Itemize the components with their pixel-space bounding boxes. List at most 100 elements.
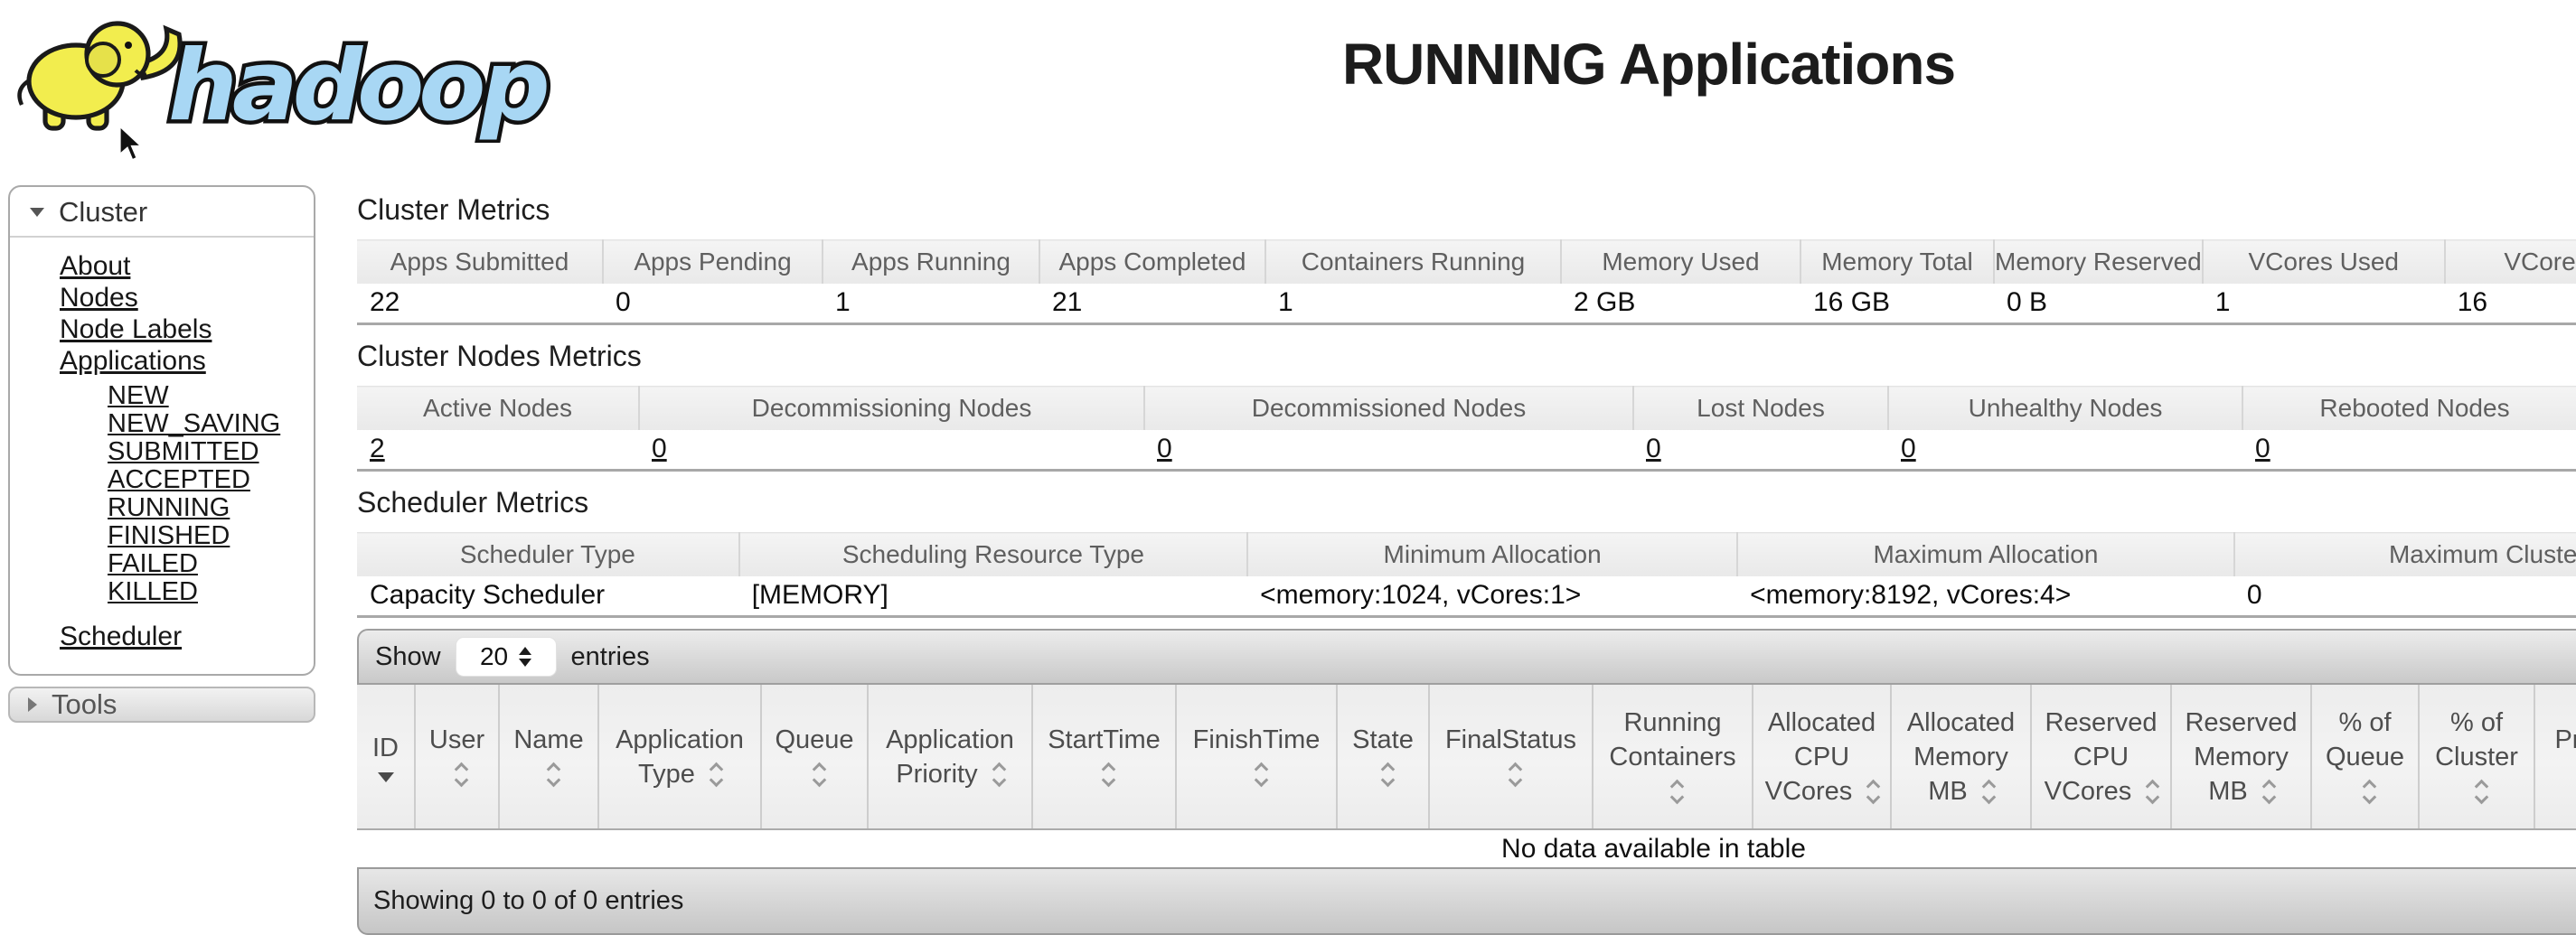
sidebar-main-links: AboutNodesNode LabelsApplications (60, 250, 314, 377)
metric-link-unhealthy-nodes[interactable]: 0 (1901, 434, 1916, 463)
metric-col-memory-total: Memory Total (1800, 240, 1994, 284)
page-title: RUNNING Applications (343, 31, 2576, 98)
metric-value-apps-running: 1 (823, 284, 1039, 324)
chevron-down-icon (30, 208, 44, 217)
app-col-label: StartTime (1048, 725, 1161, 754)
hadoop-elephant-icon (20, 23, 181, 128)
sidebar-item-scheduler[interactable]: Scheduler (60, 622, 182, 651)
metric-value-scheduling-resource-type: [MEMORY] (739, 576, 1247, 617)
sidebar-subitem-new[interactable]: NEW (108, 381, 169, 410)
sidebar-item-about[interactable]: About (60, 251, 130, 281)
sidebar-bottom-links: Scheduler (60, 621, 314, 652)
sidebar-item-nodes[interactable]: Nodes (60, 283, 138, 313)
metric-value-decommissioned-nodes: 0 (1144, 430, 1633, 471)
metric-link-decommissioned-nodes[interactable]: 0 (1157, 434, 1172, 463)
app-col-id[interactable]: ID (357, 685, 415, 829)
metric-value-lost-nodes: 0 (1633, 430, 1888, 471)
app-col-application-type[interactable]: Application Type (598, 685, 761, 829)
app-col-application-priority[interactable]: Application Priority (868, 685, 1032, 829)
app-col-state[interactable]: State (1337, 685, 1429, 829)
sidebar-item-applications[interactable]: Applications (60, 346, 206, 376)
sort-both-icon (1984, 781, 1994, 802)
metric-col-memory-reserved: Memory Reserved (1994, 240, 2203, 284)
sidebar-subitem-accepted[interactable]: ACCEPTED (108, 465, 250, 494)
metric-col-scheduler-type: Scheduler Type (357, 533, 739, 576)
app-col-allocated-memory-mb[interactable]: Allocated Memory MB (1891, 685, 2031, 829)
sidebar-cluster-header[interactable]: Cluster (10, 187, 314, 238)
sidebar-subitem-finished[interactable]: FINISHED (108, 521, 230, 550)
app-col-user[interactable]: User (415, 685, 499, 829)
app-col-of-cluster[interactable]: % of Cluster (2419, 685, 2534, 829)
list-item: FINISHED (108, 522, 314, 550)
metric-value-containers-running: 1 (1265, 284, 1561, 324)
metric-col-containers-running: Containers Running (1265, 240, 1561, 284)
metric-value-vcores-total: 16 (2445, 284, 2576, 324)
metric-col-minimum-allocation: Minimum Allocation (1247, 533, 1737, 576)
metric-col-memory-used: Memory Used (1561, 240, 1800, 284)
metric-link-decommissioning-nodes[interactable]: 0 (652, 434, 667, 463)
list-item: KILLED (108, 578, 314, 606)
list-item: NEW (108, 382, 314, 410)
app-col-reserved-cpu-vcores[interactable]: Reserved CPU VCores (2031, 685, 2171, 829)
app-col-finalstatus[interactable]: FinalStatus (1429, 685, 1593, 829)
app-col-label: Allocated CPU VCores (1765, 708, 1876, 806)
metric-value-apps-submitted: 22 (357, 284, 603, 324)
app-col-progress[interactable]: Progress (2534, 685, 2576, 829)
app-col-reserved-memory-mb[interactable]: Reserved Memory MB (2171, 685, 2311, 829)
sidebar-item-node-labels[interactable]: Node Labels (60, 314, 212, 344)
metric-value-apps-pending: 0 (603, 284, 823, 324)
app-col-of-queue[interactable]: % of Queue (2311, 685, 2419, 829)
metric-link-rebooted-nodes[interactable]: 0 (2255, 434, 2270, 463)
list-item: Node Labels (60, 313, 314, 345)
list-item: RUNNING (108, 494, 314, 522)
sidebar-subitem-new-saving[interactable]: NEW_SAVING (108, 409, 280, 438)
sort-both-icon (1868, 781, 1878, 802)
metric-col-rebooted-nodes: Rebooted Nodes (2242, 387, 2576, 430)
app-col-allocated-cpu-vcores[interactable]: Allocated CPU VCores (1753, 685, 1891, 829)
metric-link-active-nodes[interactable]: 2 (370, 434, 385, 463)
metric-value-apps-completed: 21 (1039, 284, 1265, 324)
sidebar-subitem-failed[interactable]: FAILED (108, 549, 198, 578)
app-col-label: Reserved CPU VCores (2045, 708, 2158, 806)
cluster-metrics-heading: Cluster Metrics (357, 193, 2576, 227)
app-col-starttime[interactable]: StartTime (1032, 685, 1176, 829)
sidebar-cluster-label: Cluster (59, 196, 147, 229)
metric-col-apps-submitted: Apps Submitted (357, 240, 603, 284)
sort-both-icon (711, 764, 721, 785)
app-col-name[interactable]: Name (499, 685, 598, 829)
metric-value-scheduler-type: Capacity Scheduler (357, 576, 739, 617)
list-item: FAILED (108, 550, 314, 578)
list-item: Scheduler (60, 621, 314, 652)
metric-col-lost-nodes: Lost Nodes (1633, 387, 1888, 430)
sidebar-app-state-links: NEWNEW_SAVINGSUBMITTEDACCEPTEDRUNNINGFIN… (108, 382, 314, 606)
app-col-label: Progress (2554, 725, 2576, 754)
metric-col-apps-running: Apps Running (823, 240, 1039, 284)
sidebar-tools-header[interactable]: Tools (8, 687, 315, 723)
sort-both-icon (456, 764, 466, 785)
metric-value-memory-total: 16 GB (1800, 284, 1994, 324)
app-col-finishtime[interactable]: FinishTime (1176, 685, 1337, 829)
cluster-nodes-metrics-heading: Cluster Nodes Metrics (357, 340, 2576, 373)
app-col-label: ID (364, 731, 407, 765)
metric-value-active-nodes: 2 (357, 430, 639, 471)
sidebar-cluster-panel: Cluster AboutNodesNode LabelsApplication… (8, 185, 315, 676)
metric-col-apps-pending: Apps Pending (603, 240, 823, 284)
app-col-label: Allocated Memory MB (1907, 708, 2015, 806)
show-label: Show (375, 642, 441, 672)
sidebar-subitem-submitted[interactable]: SUBMITTED (108, 437, 259, 466)
app-col-running-containers[interactable]: Running Containers (1593, 685, 1753, 829)
app-col-label: Application Type (616, 725, 744, 789)
sidebar-subitem-killed[interactable]: KILLED (108, 577, 198, 606)
metric-value-memory-used: 2 GB (1561, 284, 1800, 324)
showing-entries-text: Showing 0 to 0 of 0 entries (373, 886, 683, 916)
metric-col-vcores-total: VCores Total (2445, 240, 2576, 284)
sort-both-icon (1510, 764, 1520, 785)
metric-col-apps-completed: Apps Completed (1039, 240, 1265, 284)
page-size-select[interactable]: 20 (456, 637, 557, 677)
metric-link-lost-nodes[interactable]: 0 (1646, 434, 1661, 463)
list-item: Applications (60, 345, 314, 377)
sidebar-subitem-running[interactable]: RUNNING (108, 493, 230, 522)
app-col-queue[interactable]: Queue (761, 685, 868, 829)
main-content: Cluster Metrics Apps SubmittedApps Pendi… (343, 177, 2576, 935)
sort-both-icon (2477, 781, 2487, 802)
